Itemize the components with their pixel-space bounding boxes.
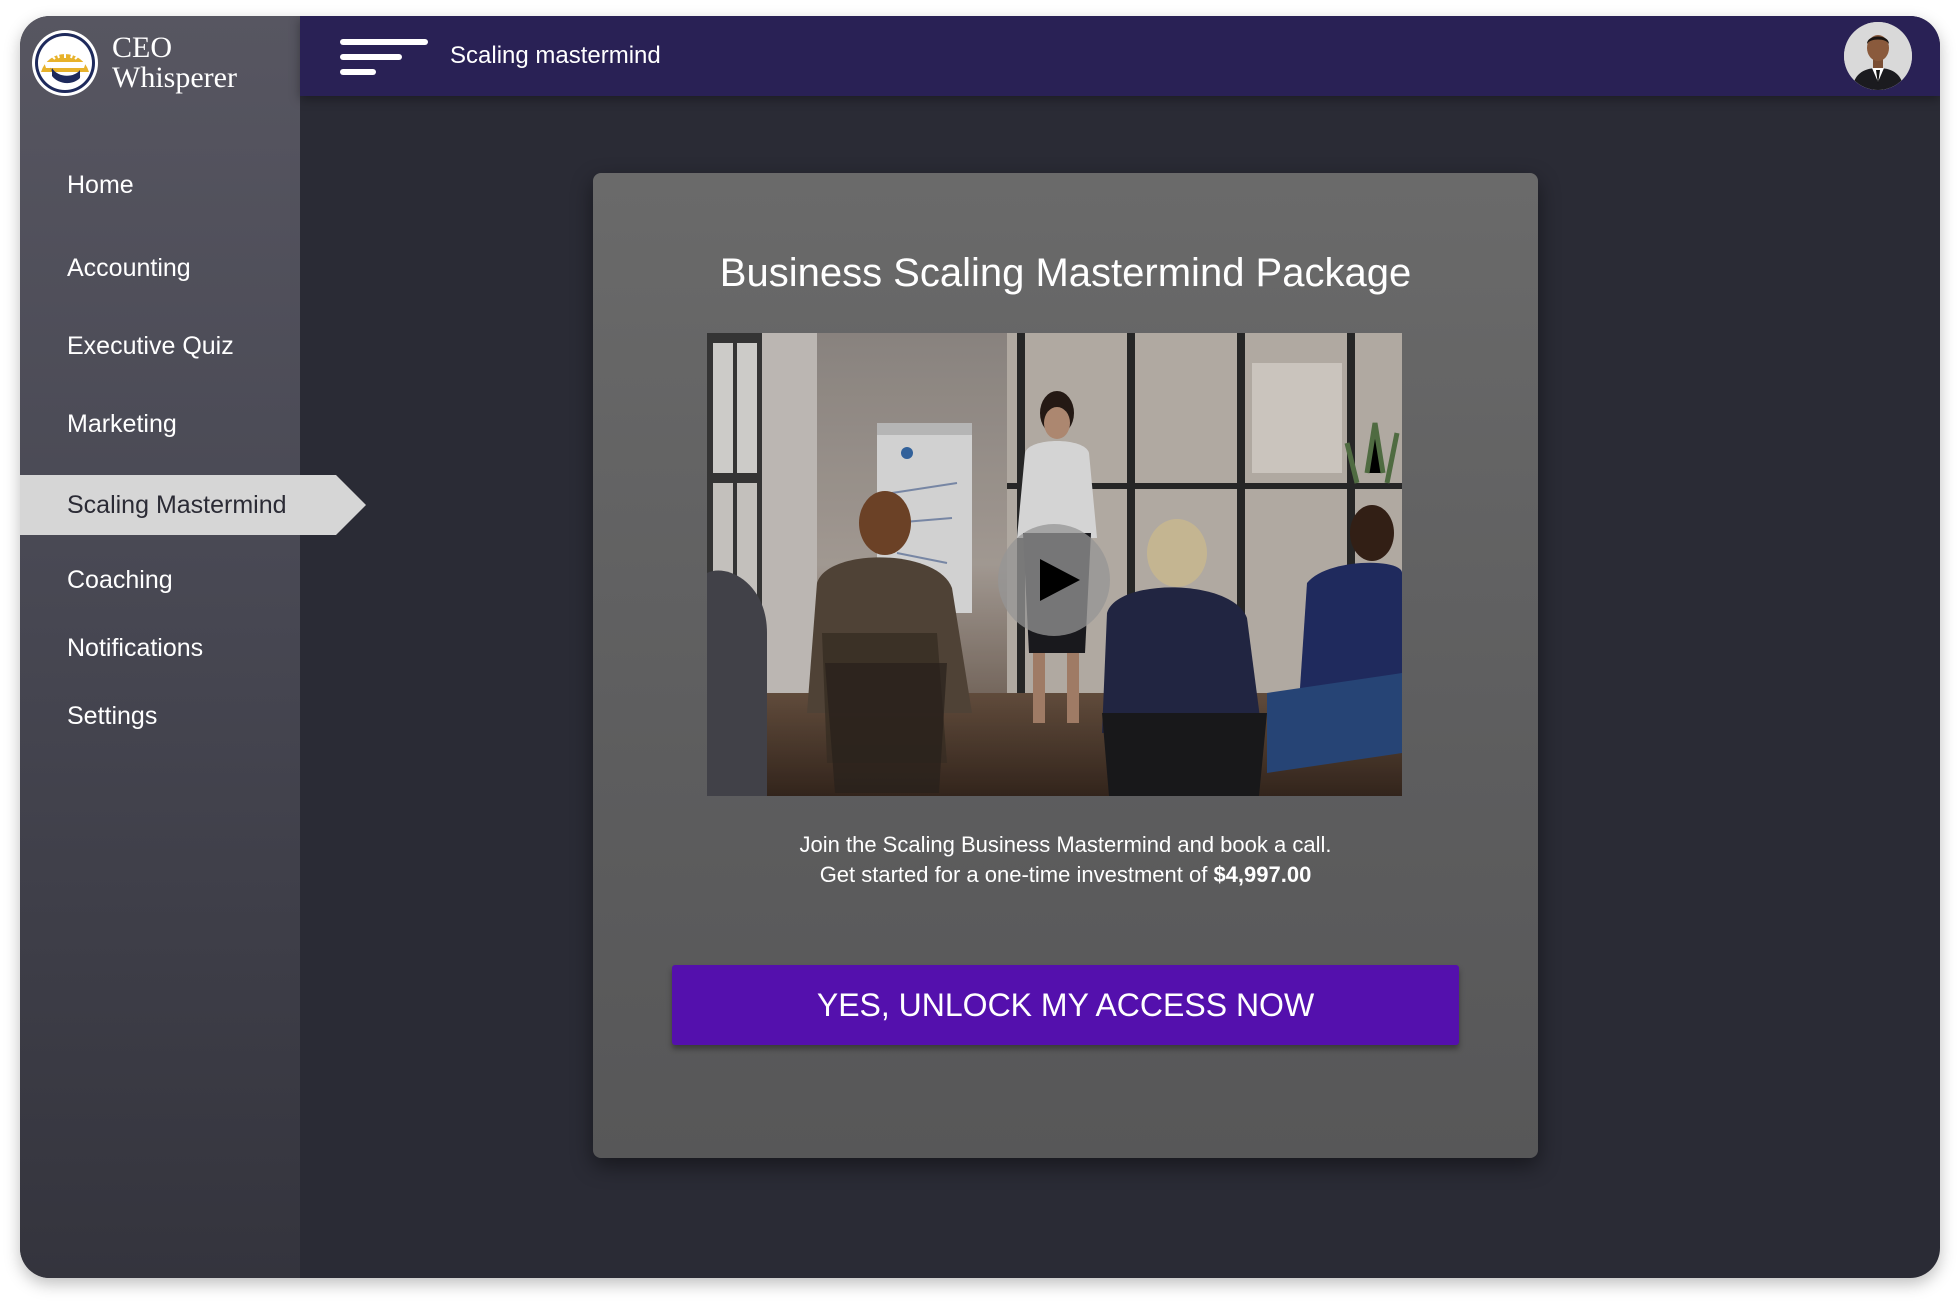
card-description: Join the Scaling Business Mastermind and… xyxy=(593,830,1538,890)
top-bar: Scaling mastermind xyxy=(300,16,1940,96)
package-card: Business Scaling Mastermind Package Join… xyxy=(593,173,1538,1158)
sidebar-item-coaching[interactable]: Coaching xyxy=(20,550,300,610)
page-title: Scaling mastermind xyxy=(450,42,661,69)
card-title: Business Scaling Mastermind Package xyxy=(719,251,1412,295)
unlock-access-button[interactable]: YES, UNLOCK MY ACCESS NOW xyxy=(672,965,1459,1045)
play-icon[interactable] xyxy=(998,524,1110,636)
sidebar-item-accounting[interactable]: Accounting xyxy=(20,238,300,298)
brand-line1: CEO xyxy=(112,31,172,64)
sidebar-item-executive-quiz[interactable]: Executive Quiz xyxy=(20,316,300,376)
sidebar-item-marketing[interactable]: Marketing xyxy=(20,394,300,454)
sun-badge-icon xyxy=(32,30,98,96)
sidebar-item-scaling-mastermind[interactable]: Scaling Mastermind xyxy=(20,475,366,535)
sidebar-item-settings[interactable]: Settings xyxy=(20,686,300,746)
user-avatar[interactable] xyxy=(1844,22,1912,90)
price-value: $4,997.00 xyxy=(1213,862,1312,887)
description-line-2-text: Get started for a one-time investment of xyxy=(819,862,1208,887)
sidebar-item-notifications[interactable]: Notifications xyxy=(20,618,300,678)
sidebar-item-home[interactable]: Home xyxy=(20,155,300,215)
description-line-2: Get started for a one-time investment of… xyxy=(593,860,1538,890)
app-window: CEO Whisperer Home Accounting Executive … xyxy=(20,16,1940,1278)
brand-logo[interactable]: CEO Whisperer xyxy=(30,20,300,106)
sidebar: CEO Whisperer Home Accounting Executive … xyxy=(20,16,366,1278)
brand-line2: Whisperer xyxy=(112,61,237,94)
video-player[interactable] xyxy=(707,333,1402,796)
description-line-1: Join the Scaling Business Mastermind and… xyxy=(799,832,1332,857)
hamburger-menu-icon[interactable] xyxy=(340,39,428,79)
brand-name: CEO Whisperer xyxy=(112,33,237,93)
avatar-person-icon xyxy=(1844,22,1912,90)
